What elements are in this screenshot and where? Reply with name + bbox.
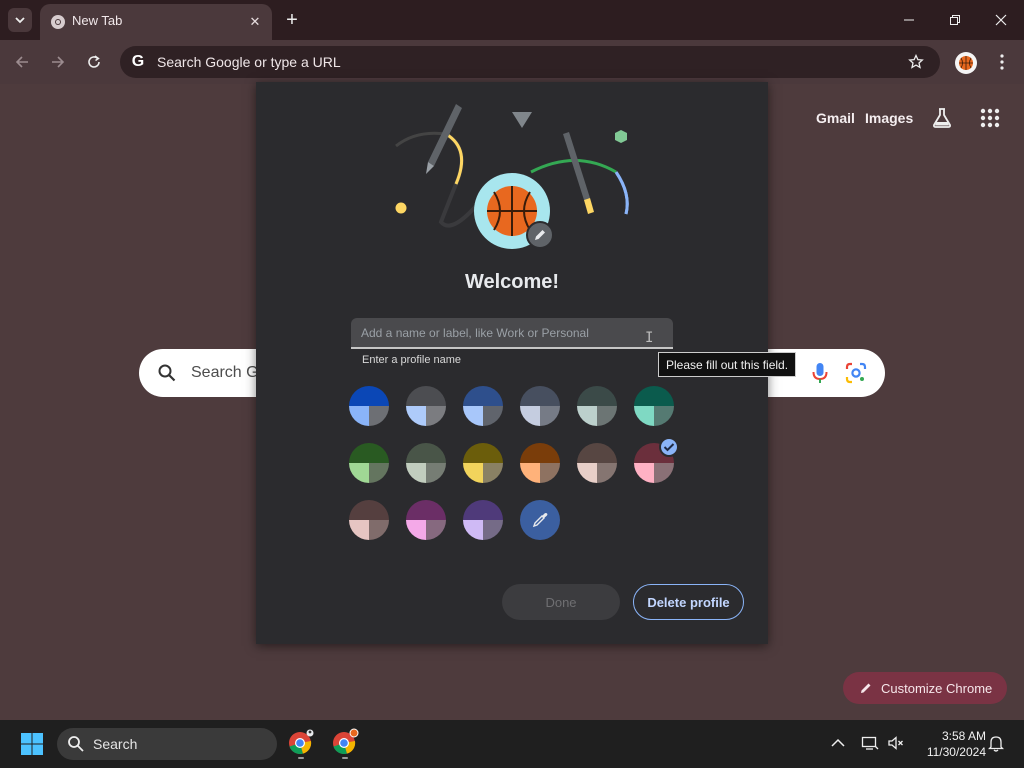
- clock-date: 11/30/2024: [926, 745, 986, 759]
- reload-icon: [88, 55, 100, 68]
- color-swatch[interactable]: [577, 386, 617, 426]
- close-icon: [995, 14, 1007, 26]
- browser-toolbar: G Search Google or type a URL: [0, 40, 1024, 84]
- tab-strip: New Tab ✕ +: [0, 0, 1024, 40]
- color-swatch[interactable]: [349, 443, 389, 483]
- microphone-icon[interactable]: [809, 361, 831, 385]
- clock-time: 3:58 AM: [941, 729, 986, 743]
- omnibox-placeholder: Search Google or type a URL: [157, 54, 341, 70]
- notifications-bell-icon[interactable]: [986, 733, 1006, 753]
- forward-button[interactable]: [46, 50, 70, 74]
- dialog-title: Welcome!: [464, 271, 560, 293]
- google-lens-icon[interactable]: [845, 362, 867, 384]
- eyedropper-icon: [532, 513, 548, 528]
- google-apps-icon[interactable]: [978, 106, 1002, 130]
- chrome-icon: [51, 15, 65, 29]
- back-button[interactable]: [10, 50, 34, 74]
- color-swatch[interactable]: [520, 443, 560, 483]
- custom-color-picker-button[interactable]: [520, 500, 560, 540]
- omnibox[interactable]: G Search Google or type a URL: [120, 46, 940, 78]
- tab-search-button[interactable]: [8, 8, 32, 32]
- color-swatch[interactable]: [634, 386, 674, 426]
- color-swatch[interactable]: [463, 500, 503, 540]
- running-indicator: [342, 757, 348, 759]
- more-vert-icon: [1000, 54, 1004, 70]
- system-clock[interactable]: 3:58 AM 11/30/2024: [914, 728, 986, 760]
- basketball-icon: [959, 56, 973, 70]
- images-link[interactable]: Images: [865, 110, 913, 126]
- show-hidden-icons-chevron-icon[interactable]: [828, 733, 848, 753]
- running-indicator: [298, 757, 304, 759]
- google-g-icon: G: [131, 53, 145, 70]
- taskbar-search-box[interactable]: Search: [57, 728, 277, 760]
- color-swatch[interactable]: [349, 500, 389, 540]
- customize-chrome-button[interactable]: Customize Chrome: [843, 672, 1007, 704]
- customize-chrome-label: Customize Chrome: [881, 680, 993, 696]
- profile-avatar-button[interactable]: [955, 52, 977, 74]
- delete-profile-button[interactable]: Delete profile: [633, 584, 744, 620]
- welcome-illustration: [395, 104, 629, 249]
- windows-taskbar: Search 3:58 AM 11/30/2024: [0, 720, 1024, 768]
- network-icon[interactable]: [860, 733, 880, 753]
- color-swatch[interactable]: [406, 386, 446, 426]
- volume-muted-icon[interactable]: [886, 733, 906, 753]
- taskbar-search-label: Search: [93, 736, 138, 752]
- selected-check-icon: [659, 437, 679, 457]
- restore-icon: [950, 15, 960, 25]
- pencil-icon: [861, 683, 871, 693]
- bookmark-star-icon[interactable]: [906, 52, 926, 72]
- color-swatch[interactable]: [406, 500, 446, 540]
- color-swatch-grid: [349, 386, 689, 546]
- profile-name-helper: Enter a profile name: [362, 354, 462, 366]
- search-icon: [68, 736, 84, 752]
- reload-button[interactable]: [82, 50, 106, 74]
- gmail-link[interactable]: Gmail: [816, 110, 855, 126]
- color-swatch[interactable]: [577, 443, 617, 483]
- search-icon: [158, 364, 176, 382]
- close-tab-icon[interactable]: ✕: [246, 13, 264, 31]
- validation-tooltip: Please fill out this field.: [658, 352, 796, 377]
- minimize-icon: [904, 19, 914, 21]
- restore-button[interactable]: [941, 8, 969, 32]
- tab-title: New Tab: [72, 13, 123, 28]
- minimize-button[interactable]: [895, 8, 923, 32]
- windows-start-icon[interactable]: [20, 732, 44, 756]
- text-cursor-icon: I: [645, 330, 654, 346]
- chrome-icon: [333, 728, 359, 755]
- color-swatch[interactable]: [520, 386, 560, 426]
- color-swatch[interactable]: [463, 386, 503, 426]
- taskbar-chrome-app-1[interactable]: [286, 728, 316, 760]
- chrome-icon: [289, 729, 314, 755]
- chrome-menu-button[interactable]: [992, 50, 1012, 74]
- close-window-button[interactable]: [987, 8, 1015, 32]
- done-button[interactable]: Done: [502, 584, 620, 620]
- color-swatch[interactable]: [463, 443, 503, 483]
- arrow-right-icon: [52, 56, 65, 68]
- tab-new-tab[interactable]: New Tab ✕: [40, 4, 272, 40]
- labs-flask-icon[interactable]: [930, 106, 954, 130]
- color-swatch[interactable]: [349, 386, 389, 426]
- chevron-down-icon: [15, 17, 25, 24]
- profile-name-input[interactable]: [351, 318, 673, 349]
- color-swatch[interactable]: [406, 443, 446, 483]
- arrow-left-icon: [15, 56, 28, 68]
- taskbar-chrome-app-2[interactable]: [330, 728, 360, 760]
- new-tab-button[interactable]: +: [280, 8, 304, 32]
